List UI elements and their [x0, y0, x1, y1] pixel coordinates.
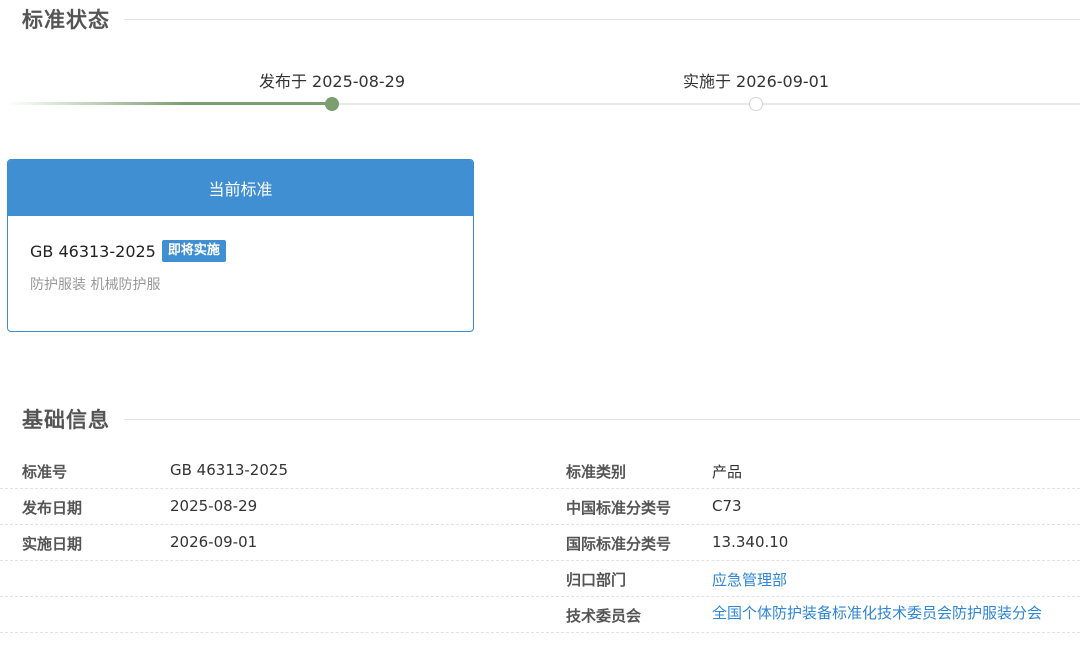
field-value-ccs-code: C73 [712, 497, 742, 515]
card-header-title: 当前标准 [208, 180, 273, 199]
table-row: 标准号 GB 46313-2025 标准类别 产品 [0, 453, 1080, 489]
timeline-node-effective [749, 97, 763, 111]
timeline-label-effective: 实施于 2026-09-01 [682, 72, 830, 91]
field-label-department: 归口部门 [566, 571, 627, 589]
field-label-ccs-code: 中国标准分类号 [566, 499, 672, 517]
standard-detail-page: 标准状态 发布于 2025-08-29 实施于 2026-09-01 当前标准 … [0, 0, 1080, 660]
table-row: 发布日期 2025-08-29 中国标准分类号 C73 [0, 489, 1080, 525]
section-divider [124, 418, 1080, 420]
status-badge: 即将实施 [161, 240, 226, 262]
field-value-ics-code: 13.340.10 [712, 533, 789, 551]
basic-info-table: 标准号 GB 46313-2025 标准类别 产品 发布日期 2025-08-2… [0, 453, 1080, 633]
status-section-title: 标准状态 [22, 8, 110, 32]
table-row: 归口部门 应急管理部 [0, 561, 1080, 597]
field-label-publish-date: 发布日期 [22, 499, 83, 517]
standard-code[interactable]: GB 46313-2025 [30, 242, 156, 261]
field-value-standard-category: 产品 [712, 463, 743, 481]
table-row: 实施日期 2026-09-01 国际标准分类号 13.340.10 [0, 525, 1080, 561]
basic-section-title: 基础信息 [22, 408, 110, 432]
field-value-publish-date: 2025-08-29 [170, 497, 258, 515]
field-value-effective-date: 2026-09-01 [170, 533, 258, 551]
timeline-node-published [325, 97, 339, 111]
card-body: GB 46313-2025 即将实施 防护服装 机械防护服 [8, 216, 473, 294]
basic-section-header: 基础信息 [22, 404, 1080, 434]
standard-description: 防护服装 机械防护服 [30, 277, 161, 293]
timeline-label-published: 发布于 2025-08-29 [258, 72, 406, 91]
field-label-committee: 技术委员会 [566, 607, 642, 625]
timeline-progress [8, 102, 333, 105]
committee-link[interactable]: 全国个体防护装备标准化技术委员会防护服装分会 [712, 598, 1080, 628]
status-timeline: 发布于 2025-08-29 实施于 2026-09-01 [0, 60, 1080, 120]
field-value-standard-number: GB 46313-2025 [170, 461, 288, 479]
section-divider [124, 18, 1080, 20]
field-label-standard-category: 标准类别 [566, 463, 627, 481]
status-section-header: 标准状态 [22, 4, 1080, 34]
table-row: 技术委员会 全国个体防护装备标准化技术委员会防护服装分会 [0, 597, 1080, 633]
standard-code-line: GB 46313-2025 即将实施 [30, 240, 473, 262]
field-label-ics-code: 国际标准分类号 [566, 535, 672, 553]
card-header: 当前标准 [8, 160, 473, 216]
current-standard-card[interactable]: 当前标准 GB 46313-2025 即将实施 防护服装 机械防护服 [7, 159, 474, 332]
field-label-effective-date: 实施日期 [22, 535, 83, 553]
field-label-standard-number: 标准号 [22, 463, 68, 481]
department-link[interactable]: 应急管理部 [712, 569, 787, 590]
